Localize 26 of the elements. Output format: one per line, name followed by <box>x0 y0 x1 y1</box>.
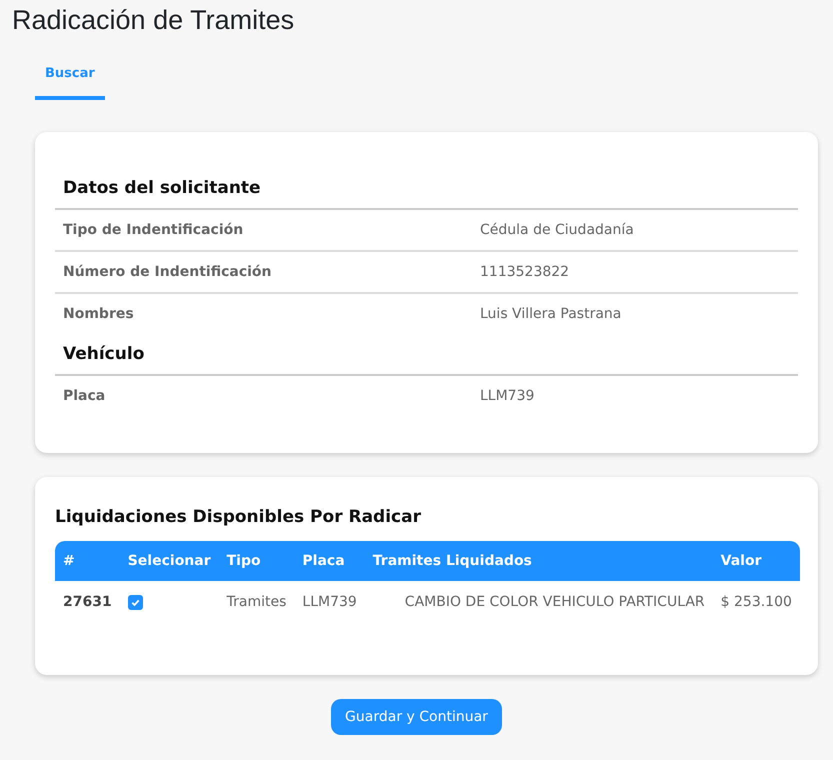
column-header: Placa <box>294 541 365 581</box>
checkbox[interactable] <box>128 594 143 610</box>
field-value: Cédula de Ciudadanía <box>480 222 635 238</box>
field-value: Luis Villera Pastrana <box>480 306 622 322</box>
field-value: 1113523822 <box>480 264 570 280</box>
column-header: Tramites Liquidados <box>364 541 713 581</box>
field-label: Placa <box>63 388 106 404</box>
card-title: Liquidaciones Disponibles Por Radicar <box>55 507 422 527</box>
column-header: Valor <box>712 541 800 581</box>
table-cell-text: 27631 <box>62 593 113 612</box>
column-header: Selecionar <box>120 541 219 581</box>
section-heading: Vehículo <box>55 334 798 376</box>
table-cell-text: LLM739 <box>301 593 358 612</box>
column-header: # <box>55 541 120 581</box>
field-value: LLM739 <box>480 388 536 404</box>
field-label: Nombres <box>63 306 135 322</box>
save-button[interactable]: Guardar y Continuar <box>331 699 502 735</box>
field-label: Número de Indentificación <box>63 264 273 280</box>
table-cell-text: Tramites <box>226 593 288 612</box>
page-title: Radicación de Tramites <box>11 4 296 37</box>
tab[interactable]: Buscar <box>35 52 105 100</box>
column-header: Tipo <box>218 541 294 581</box>
table-cell: CAMBIO DE COLOR VEHICULO PARTICULAR <box>404 594 705 610</box>
field-label: Tipo de Indentificación <box>63 222 244 238</box>
section-heading: Datos del solicitante <box>55 168 798 210</box>
table-cell-text: $ 253.100 <box>720 593 793 612</box>
